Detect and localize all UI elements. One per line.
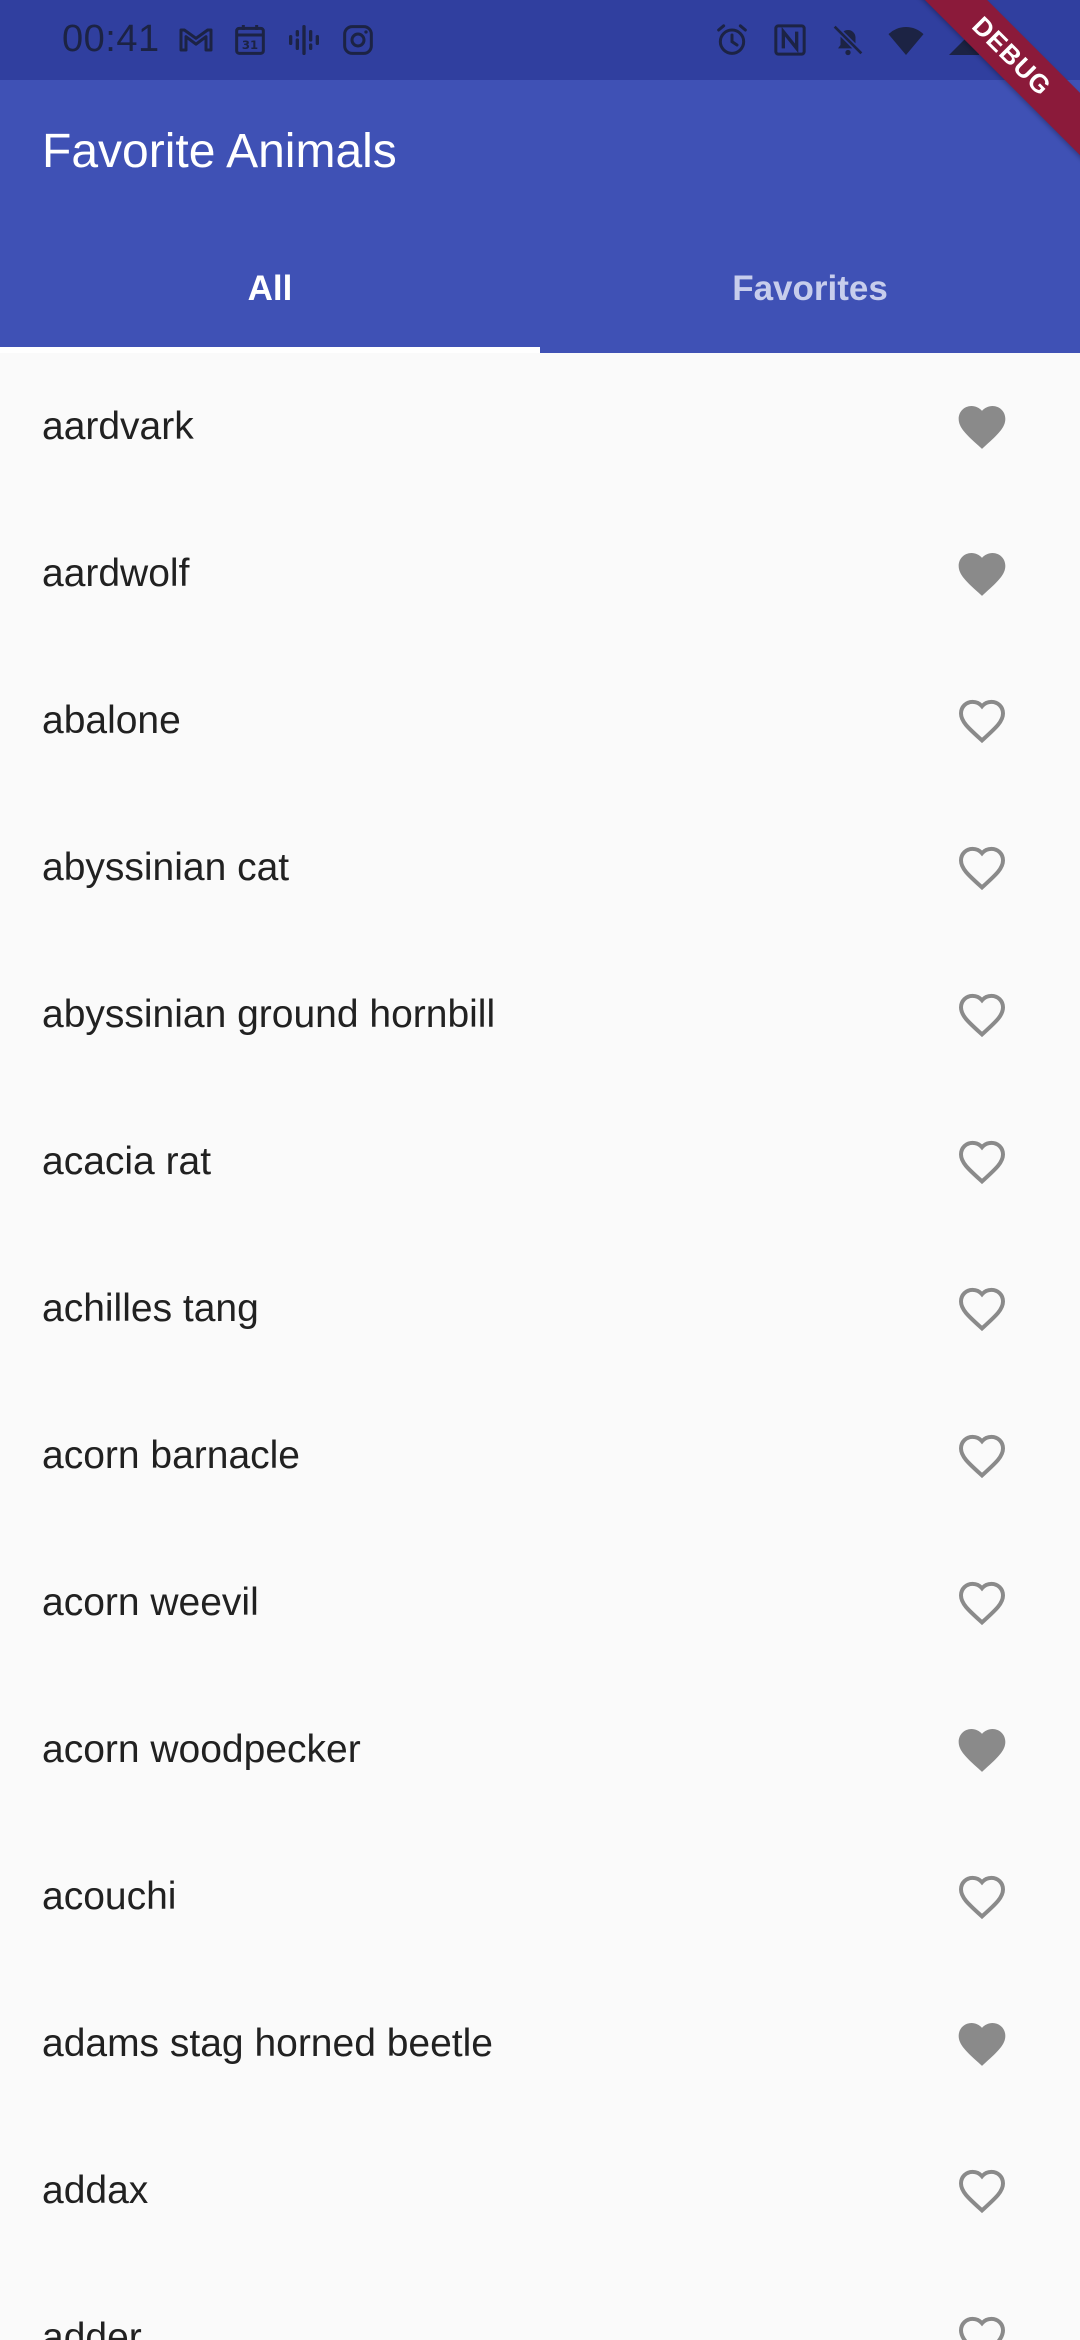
heart-filled-icon bbox=[958, 552, 1006, 596]
heart-filled-icon bbox=[958, 1728, 1006, 1772]
svg-text:31: 31 bbox=[242, 38, 258, 52]
heart-outline-icon bbox=[959, 1287, 1005, 1331]
app-screen: 00:41 31 Favorite Animals All Favorites … bbox=[0, 0, 1080, 2340]
heart-outline-icon bbox=[959, 1140, 1005, 1184]
nfc-icon bbox=[774, 24, 806, 56]
heart-outline-icon bbox=[959, 1581, 1005, 1625]
heart-filled-icon bbox=[958, 405, 1006, 449]
list-item[interactable]: acacia rat bbox=[0, 1088, 1080, 1235]
alarm-icon bbox=[717, 24, 747, 55]
animal-name: acorn woodpecker bbox=[42, 1727, 361, 1771]
heart-outline-icon bbox=[959, 699, 1005, 743]
favorite-toggle-button[interactable] bbox=[952, 838, 1012, 898]
calendar-icon: 31 bbox=[235, 25, 265, 55]
list-item[interactable]: acouchi bbox=[0, 1823, 1080, 1970]
list-item[interactable]: adams stag horned beetle bbox=[0, 1970, 1080, 2117]
list-item[interactable]: aardwolf bbox=[0, 500, 1080, 647]
list-item[interactable]: achilles tang bbox=[0, 1235, 1080, 1382]
heart-outline-icon bbox=[959, 1875, 1005, 1919]
podcast-icon bbox=[289, 25, 319, 55]
list-item[interactable]: abyssinian ground hornbill bbox=[0, 941, 1080, 1088]
favorite-toggle-button[interactable] bbox=[952, 691, 1012, 751]
favorite-toggle-button[interactable] bbox=[952, 1720, 1012, 1780]
heart-outline-icon bbox=[959, 2169, 1005, 2213]
favorite-toggle-button[interactable] bbox=[952, 2308, 1012, 2340]
bell-off-icon bbox=[832, 24, 864, 56]
status-bar: 00:41 31 bbox=[0, 0, 1080, 80]
list-item[interactable]: acorn woodpecker bbox=[0, 1676, 1080, 1823]
favorite-toggle-button[interactable] bbox=[952, 2014, 1012, 2074]
list-item[interactable]: adder bbox=[0, 2264, 1080, 2340]
animal-name: adams stag horned beetle bbox=[42, 2021, 493, 2065]
animal-name: achilles tang bbox=[42, 1286, 259, 1330]
favorite-toggle-button[interactable] bbox=[952, 1426, 1012, 1486]
favorite-toggle-button[interactable] bbox=[952, 1573, 1012, 1633]
tab-all[interactable]: All bbox=[0, 225, 540, 353]
favorite-toggle-button[interactable] bbox=[952, 2161, 1012, 2221]
list-item[interactable]: addax bbox=[0, 2117, 1080, 2264]
app-bar: Favorite Animals All Favorites bbox=[0, 80, 1080, 353]
favorite-toggle-button[interactable] bbox=[952, 985, 1012, 1045]
list-item[interactable]: acorn barnacle bbox=[0, 1382, 1080, 1529]
animal-name: abyssinian cat bbox=[42, 845, 290, 889]
status-time: 00:41 bbox=[62, 18, 160, 60]
list-item[interactable]: aardvark bbox=[0, 353, 1080, 500]
animal-name: abyssinian ground hornbill bbox=[42, 992, 496, 1036]
tab-favorites[interactable]: Favorites bbox=[540, 225, 1080, 353]
favorite-toggle-button[interactable] bbox=[952, 1279, 1012, 1339]
heart-filled-icon bbox=[958, 2022, 1006, 2066]
animal-name: abalone bbox=[42, 698, 181, 742]
heart-outline-icon bbox=[959, 846, 1005, 890]
animal-list: aardvark aardwolf abalone abyssinian cat aby… bbox=[0, 353, 1080, 2340]
animal-name: acorn barnacle bbox=[42, 1433, 300, 1477]
animal-name: addax bbox=[42, 2168, 149, 2212]
list-item[interactable]: abyssinian cat bbox=[0, 794, 1080, 941]
gmail-icon bbox=[179, 28, 213, 52]
status-icons-right bbox=[712, 20, 984, 60]
favorite-toggle-button[interactable] bbox=[952, 1867, 1012, 1927]
instagram-icon bbox=[343, 25, 373, 55]
animal-name: adder bbox=[42, 2315, 142, 2340]
favorite-toggle-button[interactable] bbox=[952, 544, 1012, 604]
heart-outline-icon bbox=[959, 1434, 1005, 1478]
heart-outline-icon bbox=[959, 993, 1005, 1037]
animal-name: acacia rat bbox=[42, 1139, 212, 1183]
wifi-icon bbox=[888, 27, 924, 55]
app-title: Favorite Animals bbox=[42, 125, 397, 178]
tab-bar: All Favorites bbox=[0, 225, 1080, 353]
animal-name: acouchi bbox=[42, 1874, 177, 1918]
animal-name: acorn weevil bbox=[42, 1580, 259, 1624]
list-item[interactable]: abalone bbox=[0, 647, 1080, 794]
favorite-toggle-button[interactable] bbox=[952, 1132, 1012, 1192]
heart-outline-icon bbox=[959, 2316, 1005, 2340]
animal-name: aardvark bbox=[42, 404, 194, 448]
list-item[interactable]: acorn weevil bbox=[0, 1529, 1080, 1676]
status-icons-left: 31 bbox=[176, 20, 378, 60]
animal-name: aardwolf bbox=[42, 551, 190, 595]
favorite-toggle-button[interactable] bbox=[952, 397, 1012, 457]
